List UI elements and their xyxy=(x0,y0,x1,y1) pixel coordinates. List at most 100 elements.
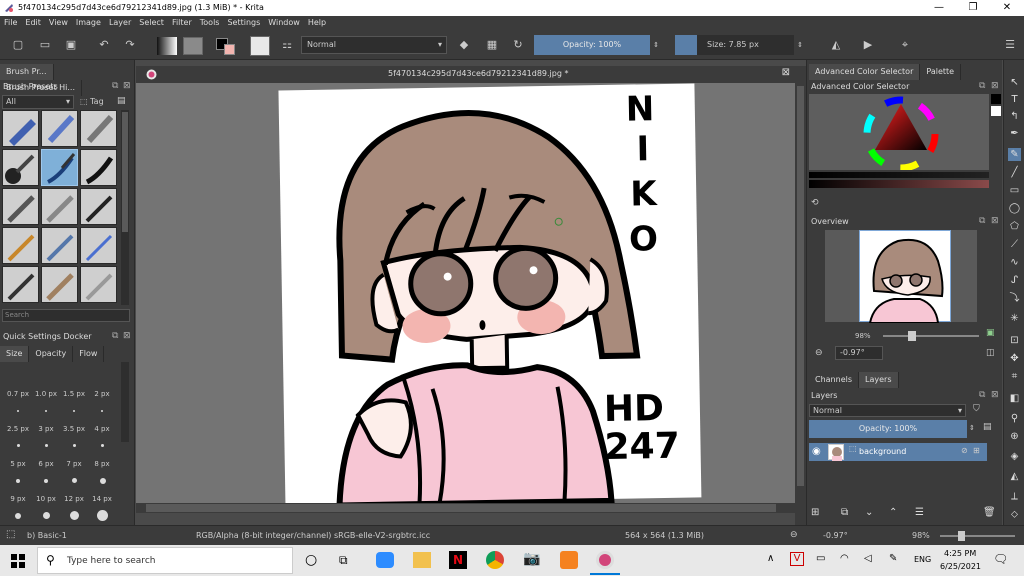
size-preset-label[interactable]: 7 px xyxy=(59,460,89,468)
add-layer-icon[interactable]: ⊞ xyxy=(811,507,819,518)
brush-search-input[interactable]: Search xyxy=(2,309,130,322)
menu-filter[interactable]: Filter xyxy=(168,16,196,30)
close-dock-icon[interactable]: ⊠ xyxy=(991,390,999,400)
brush-preset-marker[interactable] xyxy=(2,188,39,225)
layer-opacity-spinner-icon[interactable]: ⇕ xyxy=(969,424,975,432)
horizontal-scrollbar[interactable] xyxy=(136,503,795,513)
size-preset-label[interactable]: 9 px xyxy=(3,495,33,503)
move-layer-up-icon[interactable]: ⌃ xyxy=(889,507,897,518)
brush-preset-pencil-grey[interactable] xyxy=(80,266,117,303)
open-document-icon[interactable]: ▭ xyxy=(37,37,53,53)
float-dock-icon[interactable]: ⧉ xyxy=(979,390,985,400)
save-icon[interactable]: ▣ xyxy=(63,37,79,53)
opacity-slider[interactable]: Opacity: 100% xyxy=(534,35,650,55)
krita-taskbar-icon[interactable] xyxy=(596,551,614,569)
transform-tool-icon[interactable]: ⊡ xyxy=(1008,334,1021,347)
tray-overflow-icon[interactable]: ∧ xyxy=(767,553,774,564)
freehand-brush-tool-icon[interactable]: ✎ xyxy=(1008,148,1021,161)
preset-filter-combo[interactable]: All ▾ xyxy=(2,95,74,109)
pen-icon[interactable]: ✎ xyxy=(889,553,897,564)
size-preset-label[interactable]: 2 px xyxy=(87,390,117,398)
camera-app-icon[interactable]: 📷 xyxy=(523,551,540,567)
ellipse-tool-icon[interactable]: ◯ xyxy=(1008,202,1021,215)
hamburger-menu-icon[interactable]: ☰ xyxy=(1002,37,1018,53)
tab-advanced-color-selector[interactable]: Advanced Color Selector xyxy=(809,64,921,80)
inherit-alpha-icon[interactable]: ⊞ xyxy=(973,446,980,455)
background-color-swatch[interactable] xyxy=(224,44,235,55)
tag-button[interactable]: ⬚ Tag xyxy=(80,95,113,109)
brush-preset-pencil-dark[interactable] xyxy=(2,266,39,303)
close-button[interactable]: ✕ xyxy=(990,0,1024,16)
brush-preset-pencil-light[interactable] xyxy=(80,227,117,264)
mirror-vertical-icon[interactable]: ▶ xyxy=(860,37,876,53)
mirror-horizontal-icon[interactable]: ◭ xyxy=(828,37,844,53)
size-preset-label[interactable]: 0.7 px xyxy=(3,390,33,398)
size-spinner-icon[interactable]: ⇕ xyxy=(795,37,805,53)
fill-tool-icon[interactable]: ◈ xyxy=(1008,450,1021,463)
task-view-icon[interactable]: ⧉ xyxy=(339,553,348,568)
crop-tool-icon[interactable]: ⌗ xyxy=(1008,370,1021,383)
scrollbar-thumb[interactable] xyxy=(146,504,776,512)
menu-view[interactable]: View xyxy=(45,16,72,30)
menu-settings[interactable]: Settings xyxy=(223,16,264,30)
select-shapes-tool-icon[interactable]: ↖ xyxy=(1008,76,1021,89)
layer-row-background[interactable]: ◉ ⬚ background ⊘ ⊞ xyxy=(809,443,987,461)
menu-image[interactable]: Image xyxy=(72,16,105,30)
scrollbar-thumb[interactable] xyxy=(122,112,128,232)
calligraphy-tool-icon[interactable]: ✒ xyxy=(1008,127,1021,140)
menu-help[interactable]: Help xyxy=(304,16,330,30)
colorize-mask-tool-icon[interactable]: ⊕ xyxy=(1008,430,1021,443)
close-dock-icon[interactable]: ⊠ xyxy=(123,81,131,91)
eraser-mode-icon[interactable]: ◆ xyxy=(456,37,472,53)
new-document-icon[interactable]: ▢ xyxy=(10,37,26,53)
undo-icon[interactable]: ↶ xyxy=(96,37,112,53)
menu-window[interactable]: Window xyxy=(264,16,304,30)
multibrush-tool-icon[interactable]: ✳ xyxy=(1008,312,1021,325)
list-view-icon[interactable]: ▤ xyxy=(117,96,126,106)
tray-v-icon[interactable]: V xyxy=(790,552,804,566)
tab-palette[interactable]: Palette xyxy=(920,64,962,80)
layer-opacity-slider[interactable]: Opacity: 100% xyxy=(809,420,967,438)
size-preset-label[interactable]: 6 px xyxy=(31,460,61,468)
brush-preset-soft[interactable] xyxy=(41,188,78,225)
maximize-button[interactable]: ❐ xyxy=(956,0,990,16)
gradient-tool-icon[interactable]: ◧ xyxy=(1008,392,1021,405)
polyline-tool-icon[interactable]: ⟋ xyxy=(1008,238,1021,251)
size-preset-label[interactable]: 3 px xyxy=(31,425,61,433)
close-dock-icon[interactable]: ⊠ xyxy=(123,331,131,341)
brush-preset-pencil-blue[interactable] xyxy=(41,227,78,264)
file-explorer-icon[interactable] xyxy=(413,552,431,568)
scrollbar-thumb[interactable] xyxy=(797,86,804,486)
overview-viewport[interactable] xyxy=(825,230,977,324)
mirror-view-icon[interactable]: ◫ xyxy=(986,348,995,358)
document-tab-title[interactable]: 5f470134c295d7d43ce6d79212341d89.jpg * xyxy=(388,69,568,78)
overview-zoom-slider[interactable] xyxy=(883,331,979,341)
text-tool-icon[interactable]: T xyxy=(1008,93,1021,106)
assistant-tool-icon[interactable]: ◭ xyxy=(1008,470,1021,483)
size-slider[interactable]: Size: 7.85 px xyxy=(697,35,794,55)
slider-handle[interactable] xyxy=(908,331,916,341)
brush-preset-icon[interactable] xyxy=(250,36,270,56)
quick-settings-scrollbar[interactable] xyxy=(121,362,129,442)
menu-select[interactable]: Select xyxy=(135,16,168,30)
gradient-selector[interactable] xyxy=(157,37,177,55)
rectangle-tool-icon[interactable]: ▭ xyxy=(1008,184,1021,197)
clock-time[interactable]: 4:25 PM xyxy=(944,549,976,558)
float-dock-icon[interactable]: ⧉ xyxy=(112,81,118,91)
color-wheel-area[interactable] xyxy=(809,94,1001,172)
reload-preset-icon[interactable]: ↻ xyxy=(510,37,526,53)
slider-handle[interactable] xyxy=(958,531,965,541)
cortana-icon[interactable]: ○ xyxy=(305,552,317,568)
zoom-to-fit-icon[interactable]: ▣ xyxy=(986,328,995,338)
size-preset-label[interactable]: 1.0 px xyxy=(31,390,61,398)
line-tool-icon[interactable]: ╱ xyxy=(1008,166,1021,179)
notification-center-icon[interactable]: 🗨 xyxy=(993,552,1008,566)
artwork-canvas[interactable]: N I K O HD 247 xyxy=(136,83,795,513)
brush-preset-pencil-orange[interactable] xyxy=(2,227,39,264)
freehand-path-tool-icon[interactable]: ᔑ xyxy=(1008,274,1021,287)
delete-layer-icon[interactable]: 🗑 xyxy=(983,507,996,518)
language-indicator[interactable]: ENG xyxy=(914,555,931,564)
brush-preset-basic-2[interactable] xyxy=(80,149,117,186)
menu-layer[interactable]: Layer xyxy=(105,16,135,30)
edit-shapes-tool-icon[interactable]: ↰ xyxy=(1008,110,1021,123)
